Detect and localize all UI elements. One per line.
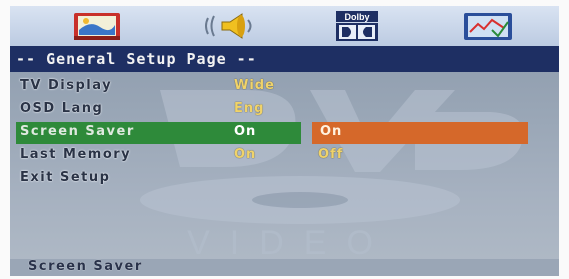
- dolby-logo-text: Dolby: [344, 12, 369, 22]
- setting-value: On: [234, 147, 257, 162]
- setting-label: Exit Setup: [20, 170, 111, 185]
- setting-value: Eng: [234, 101, 265, 116]
- preference-setup-tab[interactable]: [458, 10, 518, 42]
- option-on[interactable]: On: [312, 122, 528, 144]
- option-label: On: [320, 124, 343, 139]
- setting-label: TV Display: [20, 78, 113, 93]
- status-bar: Screen Saver: [10, 259, 559, 276]
- setting-value: On: [234, 124, 257, 139]
- setting-label: Last Memory: [20, 147, 132, 162]
- picture-icon: [74, 13, 120, 40]
- page-header: -- General Setup Page --: [10, 46, 559, 72]
- status-text: Screen Saver: [28, 259, 143, 274]
- setting-row-screen-saver[interactable]: Screen Saver On On: [10, 122, 559, 144]
- preferences-icon: [464, 13, 512, 40]
- setting-label: Screen Saver: [20, 124, 135, 139]
- tv-frame: Dolby -- General Setup Page -- VIDEO TV …: [0, 0, 569, 279]
- setting-row-exit-setup[interactable]: Exit Setup: [10, 168, 559, 190]
- dolby-icon: Dolby: [336, 11, 378, 41]
- setting-value: Wide: [234, 78, 275, 93]
- page-title: -- General Setup Page --: [16, 50, 257, 68]
- dolby-setup-tab[interactable]: Dolby: [330, 10, 384, 42]
- audio-setup-tab[interactable]: [200, 10, 262, 42]
- option-off[interactable]: Off: [318, 147, 343, 162]
- setting-row-tv-display[interactable]: TV Display Wide: [10, 76, 559, 98]
- speaker-icon: [205, 13, 252, 39]
- tv-screen: Dolby -- General Setup Page -- VIDEO TV …: [10, 6, 559, 276]
- setting-row-osd-lang[interactable]: OSD Lang Eng: [10, 99, 559, 121]
- setting-label: OSD Lang: [20, 101, 104, 116]
- setting-row-last-memory[interactable]: Last Memory On Off: [10, 145, 559, 167]
- setup-icon-bar: Dolby: [10, 6, 559, 46]
- watermark-video-text: VIDEO: [187, 224, 393, 262]
- general-setup-tab[interactable]: [70, 10, 126, 42]
